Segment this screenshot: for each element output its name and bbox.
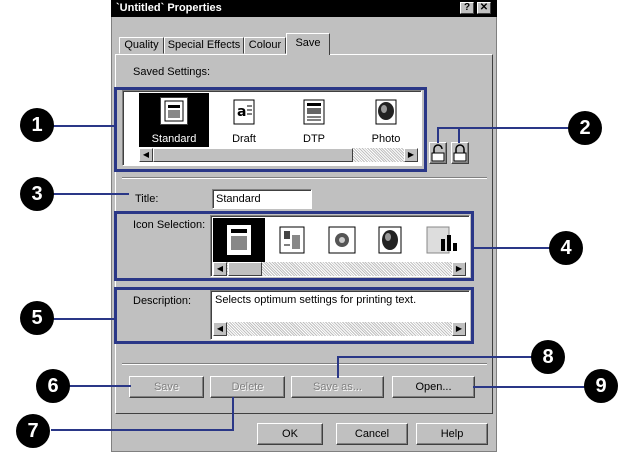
highlight-description bbox=[114, 287, 474, 344]
callout-line-4 bbox=[473, 247, 551, 249]
close-icon[interactable]: ✕ bbox=[477, 2, 491, 14]
ok-button[interactable]: OK bbox=[257, 423, 323, 445]
help-button[interactable]: Help bbox=[416, 423, 488, 445]
tab-quality[interactable]: Quality bbox=[119, 37, 164, 54]
callout-1: 1 bbox=[20, 108, 54, 142]
callout-7: 7 bbox=[16, 414, 50, 448]
save-as-button[interactable]: Save as... bbox=[291, 376, 384, 398]
tab-colour[interactable]: Colour bbox=[244, 37, 286, 54]
callout-line-7 bbox=[232, 397, 234, 429]
callout-line-5 bbox=[51, 318, 115, 320]
highlight-icon-selection bbox=[114, 211, 474, 281]
delete-button[interactable]: Delete bbox=[210, 376, 285, 398]
open-button[interactable]: Open... bbox=[392, 376, 475, 398]
tab-save[interactable]: Save bbox=[286, 33, 330, 55]
callout-8: 8 bbox=[531, 340, 565, 374]
callout-line-8 bbox=[337, 356, 339, 378]
tab-special-effects[interactable]: Special Effects bbox=[164, 37, 244, 54]
cancel-button[interactable]: Cancel bbox=[336, 423, 408, 445]
callout-2: 2 bbox=[568, 111, 602, 145]
lock-open-icon[interactable] bbox=[429, 142, 447, 164]
callout-6: 6 bbox=[36, 369, 70, 403]
separator bbox=[122, 363, 487, 365]
dialog-title: `Untitled` Properties bbox=[116, 2, 222, 14]
callout-4: 4 bbox=[549, 231, 583, 265]
callout-line-1 bbox=[51, 125, 115, 127]
save-button[interactable]: Save bbox=[129, 376, 204, 398]
callout-9: 9 bbox=[584, 369, 618, 403]
callout-line-9 bbox=[473, 386, 585, 388]
help-icon[interactable]: ? bbox=[460, 2, 474, 14]
callout-line-7 bbox=[51, 429, 234, 431]
saved-settings-label: Saved Settings: bbox=[133, 66, 211, 78]
separator bbox=[122, 177, 487, 179]
dialog-title-bar: `Untitled` Properties bbox=[111, 0, 497, 17]
title-label: Title: bbox=[135, 193, 159, 205]
callout-line-2 bbox=[458, 127, 460, 143]
title-input[interactable]: Standard bbox=[212, 189, 312, 209]
callout-line-2 bbox=[437, 127, 439, 143]
lock-closed-icon[interactable] bbox=[451, 142, 469, 164]
callout-3: 3 bbox=[20, 177, 54, 211]
callout-5: 5 bbox=[20, 301, 54, 335]
callout-line-3 bbox=[51, 193, 129, 195]
highlight-saved-settings bbox=[114, 87, 427, 172]
callout-line-8 bbox=[337, 356, 537, 358]
